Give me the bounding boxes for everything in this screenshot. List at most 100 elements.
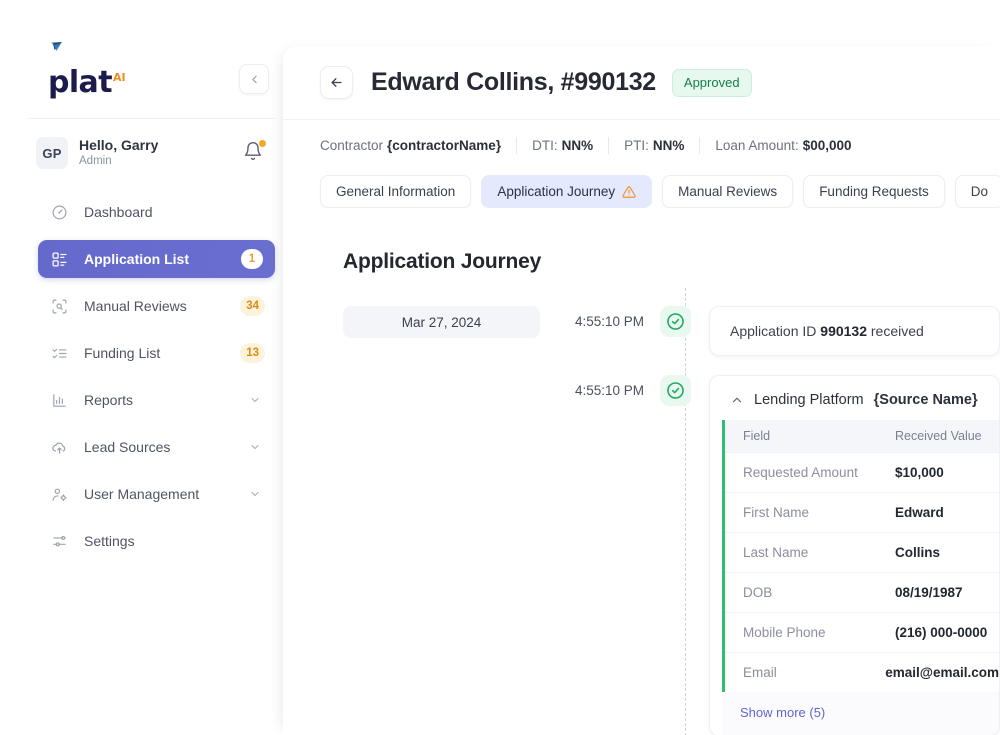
meta-pti-value: NN% — [652, 137, 685, 153]
journey-date-chip[interactable]: Mar 27, 2024 — [343, 306, 540, 338]
sidebar: platAI GP Hello, Garry Admin Dashboard A… — [20, 42, 283, 735]
tab-application-journey[interactable]: Application Journey — [481, 175, 653, 208]
brand-logo[interactable]: platAI — [20, 42, 283, 108]
event-text-after: received — [867, 323, 924, 339]
chevron-down-icon[interactable] — [249, 441, 261, 453]
table-row: First Name Edward — [725, 492, 999, 532]
sidebar-item-reports[interactable]: Reports — [38, 381, 275, 419]
sidebar-item-label: User Management — [84, 486, 200, 502]
table-row: Last Name Collins — [725, 532, 999, 572]
sidebar-badge: 13 — [240, 343, 265, 363]
row-value: email@email.com — [885, 665, 999, 680]
app-root: platAI GP Hello, Garry Admin Dashboard A… — [0, 0, 1000, 735]
meta-loan-amount: Loan Amount: $00,000 — [715, 138, 851, 153]
meta-contractor: Contractor {contractorName} — [320, 138, 501, 153]
event-status-marker — [660, 375, 691, 406]
check-circle-icon — [667, 382, 684, 399]
gauge-icon — [50, 203, 68, 221]
row-value: (216) 000-0000 — [895, 625, 988, 640]
row-field: DOB — [743, 585, 773, 600]
row-value: Collins — [895, 545, 941, 560]
table-row: Requested Amount $10,000 — [725, 452, 999, 492]
sidebar-item-label: Settings — [84, 533, 135, 549]
sidebar-item-label: Dashboard — [84, 204, 153, 220]
meta-loan-value: $00,000 — [802, 137, 852, 153]
page-header: Edward Collins, #990132 Approved — [283, 46, 1000, 120]
tab-label: Do — [970, 184, 989, 199]
sidebar-divider — [28, 118, 275, 119]
sidebar-item-lead-sources[interactable]: Lead Sources — [38, 428, 275, 466]
show-more-link[interactable]: Show more (5) — [722, 692, 999, 735]
sliders-icon — [50, 532, 68, 550]
plat-logo-mark — [51, 42, 62, 51]
chevron-left-icon — [251, 75, 257, 83]
meta-separator — [516, 136, 518, 154]
event-time: 4:55:10 PM — [574, 383, 644, 398]
sidebar-item-application-list[interactable]: Application List 1 — [38, 240, 275, 278]
meta-dti: DTI: NN% — [532, 138, 593, 153]
sidebar-item-user-management[interactable]: User Management — [38, 475, 275, 513]
tab-documents[interactable]: Do — [954, 175, 1000, 208]
notification-dot — [259, 140, 266, 147]
check-circle-icon — [667, 313, 684, 330]
event-card: Application ID 990132 received — [709, 306, 1000, 356]
application-journey-section: Application Journey Mar 27, 2024 4:55:10… — [283, 208, 1000, 735]
sidebar-item-dashboard[interactable]: Dashboard — [38, 193, 275, 231]
user-profile[interactable]: GP Hello, Garry Admin — [20, 125, 283, 181]
list-blocks-icon — [50, 250, 68, 268]
sidebar-item-label: Manual Reviews — [84, 298, 187, 314]
meta-loan-label: Loan Amount: — [715, 137, 799, 153]
event-card: Lending Platform {Source Name} Field Rec… — [709, 375, 1000, 735]
chevron-down-icon[interactable] — [249, 394, 261, 406]
meta-contractor-value: {contractorName} — [387, 137, 502, 153]
event-time: 4:55:10 PM — [574, 314, 644, 329]
sidebar-item-settings[interactable]: Settings — [38, 522, 275, 560]
event-text-before: Application ID — [730, 323, 821, 339]
tab-label: Manual Reviews — [678, 184, 778, 199]
sidebar-badge: 1 — [241, 249, 263, 269]
table-row: Mobile Phone (216) 000-0000 — [725, 612, 999, 652]
chevron-down-icon[interactable] — [249, 488, 261, 500]
application-meta: Contractor {contractorName} DTI: NN% PTI… — [283, 120, 1000, 170]
event-application-id: 990132 — [820, 323, 867, 339]
arrow-left-icon — [331, 78, 342, 87]
tab-bar: General Information Application Journey … — [283, 170, 1000, 208]
table-header-row: Field Received Value — [725, 420, 999, 452]
sidebar-item-label: Application List — [84, 251, 189, 267]
row-field: Mobile Phone — [743, 625, 826, 640]
tab-funding-requests[interactable]: Funding Requests — [803, 175, 945, 208]
user-greeting: Hello, Garry — [79, 137, 159, 154]
row-value: $10,000 — [895, 465, 944, 480]
tab-general-information[interactable]: General Information — [320, 175, 472, 208]
tab-label: General Information — [336, 184, 456, 199]
meta-dti-value: NN% — [561, 137, 594, 153]
table-row: DOB 08/19/1987 — [725, 572, 999, 612]
notifications-button[interactable] — [243, 140, 266, 163]
sidebar-item-manual-reviews[interactable]: Manual Reviews 34 — [38, 287, 275, 325]
meta-pti: PTI: NN% — [624, 138, 684, 153]
user-identity: Hello, Garry Admin — [79, 137, 158, 168]
row-value: Edward — [895, 505, 944, 520]
sidebar-item-label: Reports — [84, 392, 134, 408]
card-title-source: {Source Name} — [873, 392, 978, 408]
cloud-upload-icon — [50, 438, 68, 456]
back-button[interactable] — [320, 66, 353, 99]
meta-dti-label: DTI: — [532, 137, 558, 153]
user-cog-icon — [50, 485, 68, 503]
row-field: Email — [743, 665, 777, 680]
timeline-event: Mar 27, 2024 4:55:10 PM Application ID 9… — [343, 306, 1000, 356]
sidebar-item-funding-list[interactable]: Funding List 13 — [38, 334, 275, 372]
card-title-plain: Lending Platform — [754, 392, 864, 408]
column-header-field: Field — [743, 429, 771, 443]
scan-search-icon — [50, 297, 68, 315]
lending-platform-toggle[interactable]: Lending Platform {Source Name} — [710, 376, 999, 420]
warning-triangle-icon — [622, 185, 636, 198]
row-field: Last Name — [743, 545, 809, 560]
brand-superscript: AI — [112, 71, 126, 84]
sidebar-badge: 34 — [240, 296, 265, 316]
sidebar-nav: Dashboard Application List 1 Manual Revi… — [20, 193, 283, 560]
received-values-table: Field Received Value Requested Amount $1… — [722, 420, 999, 692]
sidebar-collapse-button[interactable] — [239, 64, 269, 94]
tab-manual-reviews[interactable]: Manual Reviews — [662, 175, 794, 208]
journey-heading: Application Journey — [343, 250, 542, 273]
